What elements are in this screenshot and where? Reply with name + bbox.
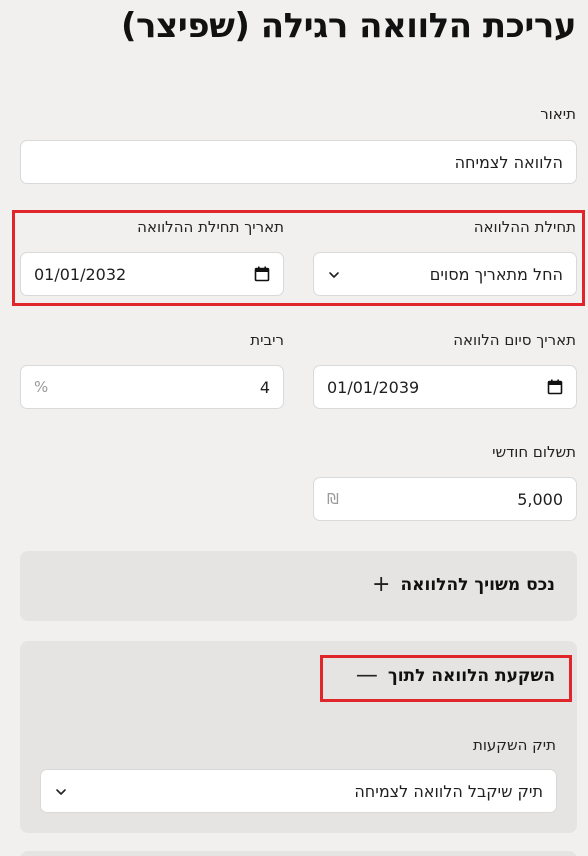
- shekel-suffix: ₪: [327, 490, 339, 508]
- linked-asset-title: נכס משויך להלוואה: [400, 575, 555, 595]
- next-section-edge: [20, 851, 577, 856]
- interest-value: 4: [259, 377, 270, 397]
- chevron-down-icon: [54, 784, 68, 798]
- monthly-payment-field[interactable]: 5,000 ₪: [313, 477, 577, 521]
- interest-label: ריבית: [250, 331, 284, 349]
- loan-start-value: החל מתאריך מסוים: [429, 264, 563, 284]
- page-title: עריכת הלוואה רגילה (שפיצר): [121, 6, 577, 46]
- loan-start-label: תחילת ההלוואה: [473, 218, 576, 236]
- portfolio-label: תיק השקעות: [472, 736, 556, 754]
- calendar-icon[interactable]: [254, 266, 270, 282]
- loan-start-select[interactable]: החל מתאריך מסוים: [313, 252, 577, 296]
- portfolio-select[interactable]: תיק שיקבל הלוואה לצמיחה: [40, 769, 557, 813]
- description-label: תיאור: [540, 105, 576, 123]
- percent-suffix: %: [34, 378, 49, 396]
- loan-start-date-value: 01/01/2032: [34, 264, 127, 284]
- edit-loan-page: עריכת הלוואה רגילה (שפיצר) תיאור הלוואה …: [0, 0, 588, 856]
- invest-into-header[interactable]: השקעת הלוואה לתוך —: [356, 665, 555, 687]
- loan-start-date-label: תאריך תחילת ההלוואה: [137, 218, 284, 236]
- linked-asset-section[interactable]: נכס משויך להלוואה +: [20, 551, 577, 621]
- monthly-payment-value: 5,000: [517, 489, 563, 509]
- loan-end-date-value: 01/01/2039: [327, 377, 420, 397]
- calendar-icon[interactable]: [547, 379, 563, 395]
- monthly-payment-label: תשלום חודשי: [492, 443, 576, 461]
- collapse-minus-icon[interactable]: —: [356, 665, 378, 687]
- linked-asset-header[interactable]: נכס משויך להלוואה +: [372, 574, 555, 596]
- loan-start-date-field[interactable]: 01/01/2032: [20, 252, 284, 296]
- portfolio-value: תיק שיקבל הלוואה לצמיחה: [354, 781, 543, 801]
- interest-field[interactable]: 4 %: [20, 365, 284, 409]
- invest-into-title: השקעת הלוואה לתוך: [387, 666, 555, 686]
- description-value: הלוואה לצמיחה: [454, 152, 563, 172]
- loan-end-date-field[interactable]: 01/01/2039: [313, 365, 577, 409]
- expand-plus-icon[interactable]: +: [372, 574, 390, 596]
- chevron-down-icon: [327, 267, 341, 281]
- loan-end-date-label: תאריך סיום הלוואה: [453, 331, 576, 349]
- description-field[interactable]: הלוואה לצמיחה: [20, 140, 577, 184]
